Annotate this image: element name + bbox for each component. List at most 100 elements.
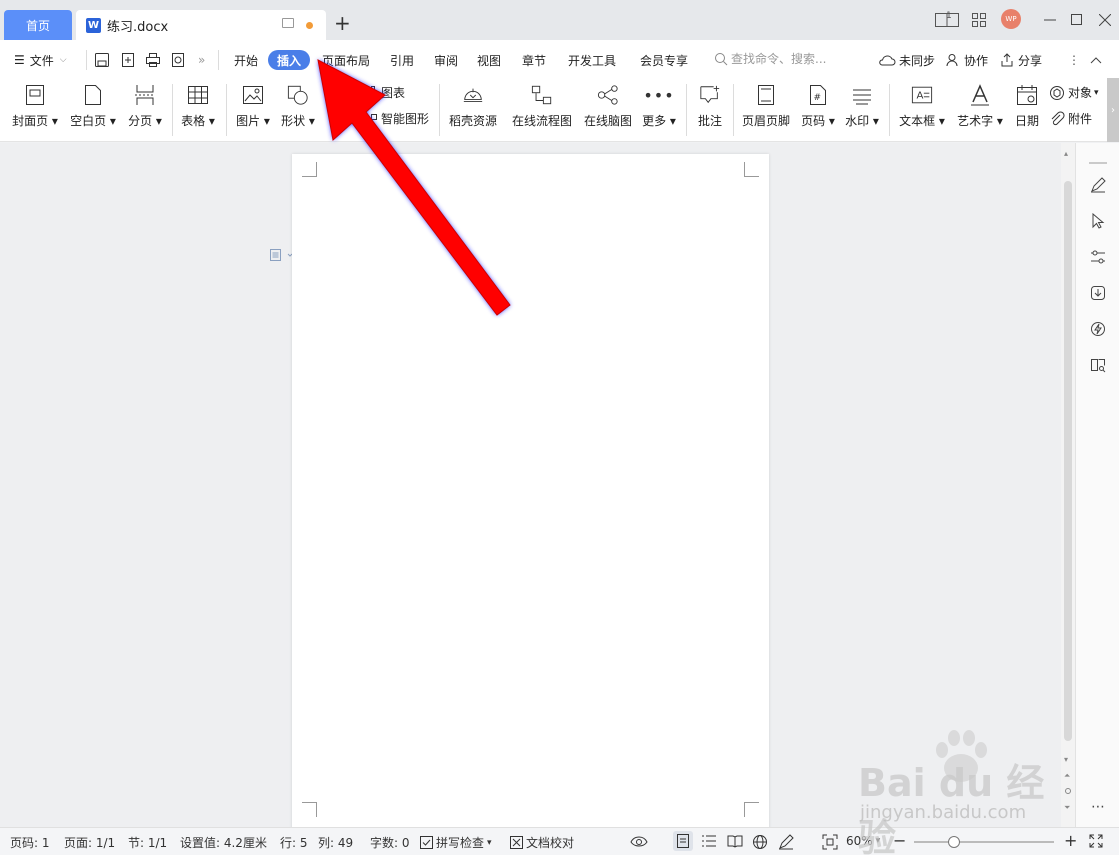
ribbon-scroll-right-icon[interactable]: › xyxy=(1107,78,1119,142)
cover-page-button[interactable]: 封面页 ▾ xyxy=(10,78,60,142)
chart-button[interactable]: 图表 xyxy=(360,84,405,101)
tab-member[interactable]: 会员专享 xyxy=(640,50,688,70)
pen-edit-icon[interactable] xyxy=(1088,175,1108,195)
tab-insert[interactable]: 插入 xyxy=(268,50,311,70)
print-icon[interactable] xyxy=(145,50,161,70)
more-button[interactable]: ••• 更多 ▾ xyxy=(641,78,677,142)
proofread-button[interactable]: 文档校对 xyxy=(510,834,574,851)
header-footer-button[interactable]: 页眉页脚 xyxy=(739,78,793,142)
collapse-ribbon-icon[interactable] xyxy=(1090,50,1102,70)
page-margin-corner xyxy=(302,162,317,177)
tab-page-layout[interactable]: 页面布局 xyxy=(322,50,370,70)
search-input[interactable]: 查找命令、搜索... xyxy=(714,50,826,67)
menu-divider xyxy=(86,50,87,70)
tab-start[interactable]: 开始 xyxy=(234,50,258,70)
scroll-up-icon[interactable]: ▴ xyxy=(1064,149,1068,158)
more-vertical-icon[interactable]: ⋮ xyxy=(1068,50,1080,70)
attachment-button[interactable]: 附件 xyxy=(1049,110,1092,127)
tab-developer[interactable]: 开发工具 xyxy=(568,50,616,70)
status-col[interactable]: 列: 49 xyxy=(318,834,353,851)
outline-view-icon[interactable] xyxy=(701,834,717,848)
eye-protection-icon[interactable] xyxy=(630,834,648,848)
more-chevron-icon[interactable]: » xyxy=(198,50,205,70)
lightning-icon[interactable] xyxy=(1088,319,1108,339)
tab-chapter[interactable]: 章节 xyxy=(522,50,546,70)
sliders-icon[interactable] xyxy=(1088,247,1108,267)
zoom-in-button[interactable]: + xyxy=(1064,831,1077,850)
paperclip-icon xyxy=(1051,110,1065,125)
status-word-count[interactable]: 字数: 0 xyxy=(370,834,410,851)
rail-collapse-icon[interactable] xyxy=(1088,153,1108,173)
resources-panel-icon[interactable] xyxy=(1088,283,1108,303)
file-menu[interactable]: ☰ 文件 ⌵ xyxy=(14,50,67,70)
spell-check-button[interactable]: 拼写检查 ▾ xyxy=(420,834,492,851)
share-button[interactable]: 分享 xyxy=(1000,50,1042,70)
page-break-button[interactable]: 分页 ▾ xyxy=(125,78,165,142)
save-icon[interactable] xyxy=(94,50,110,70)
print-preview-icon[interactable] xyxy=(170,50,186,70)
share-icon xyxy=(1001,53,1013,67)
maximize-icon[interactable] xyxy=(1067,10,1087,30)
next-page-icon[interactable]: ⏷ xyxy=(1064,803,1070,813)
comment-button[interactable]: 批注 xyxy=(693,78,727,142)
grid-apps-icon[interactable] xyxy=(969,10,989,30)
picture-button[interactable]: 图片 ▾ xyxy=(233,78,273,142)
tab-document[interactable]: W 练习.docx xyxy=(76,10,326,40)
cursor-select-icon[interactable] xyxy=(1088,211,1108,231)
smart-shape-button[interactable]: 智能图形 xyxy=(362,110,429,127)
resources-button[interactable]: 稻壳资源 xyxy=(446,78,500,142)
rail-more-icon[interactable]: ⋯ xyxy=(1088,797,1108,817)
date-button[interactable]: 日期 xyxy=(1012,78,1042,142)
vertical-scrollbar[interactable]: ▴ ▾ ⏶ ⏷ xyxy=(1061,143,1075,827)
sync-button[interactable]: 未同步 xyxy=(878,50,935,70)
export-pdf-icon[interactable] xyxy=(120,50,136,70)
scrollbar-thumb[interactable] xyxy=(1064,181,1072,741)
blank-page-button[interactable]: 空白页 ▾ xyxy=(67,78,119,142)
shape-button[interactable]: 形状 ▾ xyxy=(278,78,318,142)
share-label: 分享 xyxy=(1018,53,1043,68)
minimize-icon[interactable] xyxy=(1040,10,1060,30)
mindmap-button[interactable]: 在线脑图 xyxy=(581,78,635,142)
browse-object-icon[interactable] xyxy=(1065,788,1071,794)
flowchart-button[interactable]: 在线流程图 xyxy=(510,78,574,142)
page-number-button[interactable]: # 页码 ▾ xyxy=(799,78,837,142)
collab-button[interactable]: 协作 xyxy=(946,50,988,70)
writing-mode-icon[interactable] xyxy=(778,834,794,850)
document-workspace[interactable]: ▴ ▾ ⏶ ⏷ xyxy=(0,143,1075,827)
monitor-icon[interactable] xyxy=(282,18,294,28)
watermark-button[interactable]: 水印 ▾ xyxy=(843,78,881,142)
attachment-label: 附件 xyxy=(1068,112,1093,126)
wordart-button[interactable]: 艺术字 ▾ xyxy=(954,78,1006,142)
ribbon-divider xyxy=(439,84,440,136)
status-setting[interactable]: 设置值: 4.2厘米 xyxy=(180,834,267,851)
object-button[interactable]: 对象 ▾ xyxy=(1049,84,1099,101)
web-view-icon[interactable] xyxy=(752,834,768,850)
book-search-icon[interactable] xyxy=(1088,355,1108,375)
tab-home[interactable]: 首页 xyxy=(4,10,72,40)
status-pages[interactable]: 页面: 1/1 xyxy=(64,834,115,851)
unsaved-dot-icon xyxy=(306,22,313,29)
status-row[interactable]: 行: 5 xyxy=(280,834,308,851)
paragraph-anchor-icon[interactable] xyxy=(270,249,293,264)
table-button[interactable]: 表格 ▾ xyxy=(178,78,218,142)
title-bar: 首页 W 练习.docx + 1 WP xyxy=(0,0,1119,40)
tab-view[interactable]: 视图 xyxy=(477,50,501,70)
layout-badge: 1 xyxy=(946,11,952,21)
textbox-label: 文本框 xyxy=(899,114,936,128)
document-page[interactable] xyxy=(292,154,769,827)
status-page[interactable]: 页码: 1 xyxy=(10,834,50,851)
fit-page-icon[interactable] xyxy=(822,834,838,850)
close-icon[interactable] xyxy=(1095,10,1115,30)
textbox-button[interactable]: A 文本框 ▾ xyxy=(898,78,946,142)
new-tab-button[interactable]: + xyxy=(334,13,351,33)
user-avatar[interactable]: WP xyxy=(1001,9,1021,29)
scroll-down-icon[interactable]: ▾ xyxy=(1064,755,1068,764)
prev-page-icon[interactable]: ⏶ xyxy=(1064,771,1070,781)
proofread-label: 文档校对 xyxy=(526,836,575,850)
page-view-icon[interactable] xyxy=(673,831,693,851)
tab-review[interactable]: 审阅 xyxy=(434,50,458,70)
tab-references[interactable]: 引用 xyxy=(390,50,414,70)
fullscreen-icon[interactable] xyxy=(1089,834,1103,848)
reading-view-icon[interactable] xyxy=(727,834,743,848)
status-section[interactable]: 节: 1/1 xyxy=(128,834,167,851)
